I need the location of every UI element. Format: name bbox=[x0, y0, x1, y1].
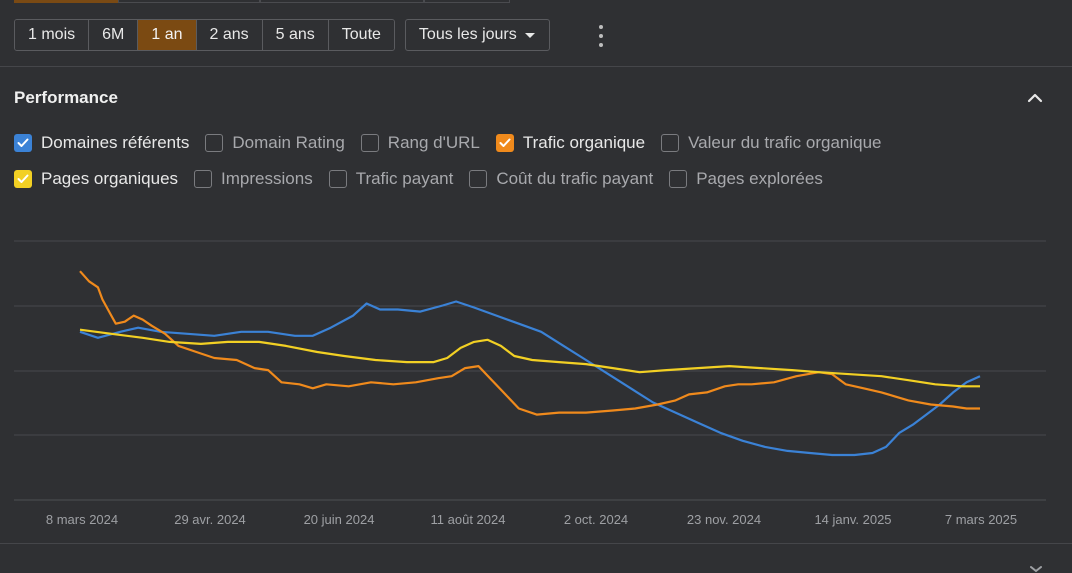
metric-toggle[interactable]: Trafic organique bbox=[495, 133, 646, 153]
checkbox-checked[interactable] bbox=[14, 134, 32, 152]
metric-toggle[interactable]: Domaines référents bbox=[14, 133, 189, 153]
x-tick-label: 14 janv. 2025 bbox=[814, 512, 891, 527]
metric-label: Valeur du trafic organique bbox=[688, 133, 882, 152]
range-option-button[interactable]: 5 ans bbox=[262, 20, 329, 50]
checkbox-checked[interactable] bbox=[495, 134, 514, 152]
checkbox-unchecked[interactable] bbox=[661, 134, 680, 152]
series-line-0[interactable] bbox=[79, 300, 981, 457]
checkbox-unchecked[interactable] bbox=[469, 170, 488, 188]
section-divider bbox=[0, 543, 1072, 544]
checkbox-unchecked[interactable] bbox=[328, 170, 347, 188]
chevron-up-icon[interactable] bbox=[1027, 92, 1043, 104]
caret-down-icon bbox=[524, 32, 535, 38]
x-tick-label: 11 août 2024 bbox=[431, 512, 506, 527]
metric-label: Domaines référents bbox=[41, 133, 190, 152]
metric-label: Trafic organique bbox=[522, 133, 646, 152]
x-tick-label: 8 mars 2024 bbox=[46, 512, 118, 527]
checkbox-unchecked[interactable] bbox=[205, 134, 224, 152]
frequency-select[interactable]: Tous les jours bbox=[404, 19, 550, 51]
x-tick-label: 20 juin 2024 bbox=[304, 512, 375, 527]
date-range-selector: 1 mois 6M 1 an 2 ans 5 ans Toute bbox=[14, 19, 395, 51]
top-tab[interactable] bbox=[260, 0, 424, 3]
metric-label: Trafic payant bbox=[355, 169, 454, 188]
checkbox-unchecked[interactable] bbox=[360, 134, 379, 152]
metric-toggle[interactable]: Trafic payant bbox=[328, 169, 454, 189]
metric-toggle[interactable]: Coût du trafic payant bbox=[469, 169, 653, 189]
x-tick-label: 23 nov. 2024 bbox=[687, 512, 761, 527]
metrics-legend-row-1: Domaines référents Domain Rating Rang d'UR… bbox=[14, 133, 898, 153]
top-tab-strip bbox=[0, 0, 1072, 4]
checkbox-checked[interactable] bbox=[14, 170, 32, 188]
metric-label: Domain Rating bbox=[232, 133, 345, 152]
metrics-legend-row-2: Pages organiques Impressions Trafic payant… bbox=[14, 169, 839, 189]
x-tick-label: 29 avr. 2024 bbox=[174, 512, 246, 527]
checkbox-unchecked[interactable] bbox=[194, 170, 213, 188]
metric-toggle[interactable]: Rang d'URL bbox=[360, 133, 480, 153]
x-tick-label: 7 mars 2025 bbox=[945, 512, 1017, 527]
metric-toggle[interactable]: Valeur du trafic organique bbox=[661, 133, 882, 153]
frequency-select-label: Tous les jours bbox=[418, 26, 517, 43]
range-option-button[interactable]: Toute bbox=[328, 20, 394, 50]
range-option-button[interactable]: 2 ans bbox=[196, 20, 263, 50]
checkbox-unchecked[interactable] bbox=[669, 170, 688, 188]
metric-label: Coût du trafic payant bbox=[496, 169, 654, 188]
more-options-icon[interactable] bbox=[595, 25, 607, 47]
metric-label: Impressions bbox=[221, 169, 313, 188]
metric-toggle[interactable]: Impressions bbox=[194, 169, 313, 189]
range-option-button[interactable]: 1 mois bbox=[15, 20, 90, 50]
metric-toggle[interactable]: Domain Rating bbox=[205, 133, 345, 153]
top-tab-active[interactable] bbox=[14, 0, 118, 3]
section-divider bbox=[0, 66, 1072, 67]
date-range-toolbar: 1 mois 6M 1 an 2 ans 5 ans Toute Tous les jou… bbox=[14, 19, 550, 51]
performance-chart: 8 mars 2024 29 avr. 2024 20 juin 2024 11 ao… bbox=[14, 240, 1046, 527]
top-tab[interactable] bbox=[424, 0, 510, 3]
range-option-button[interactable]: 6M bbox=[89, 20, 139, 50]
top-tab[interactable] bbox=[118, 0, 260, 3]
checkmark-icon bbox=[17, 138, 29, 147]
metric-toggle[interactable]: Pages organiques bbox=[14, 169, 178, 189]
metric-label: Pages organiques bbox=[41, 169, 179, 188]
metric-label: Pages explorées bbox=[696, 169, 823, 188]
metric-label: Rang d'URL bbox=[387, 133, 480, 152]
metric-toggle[interactable]: Pages explorées bbox=[669, 169, 823, 189]
x-tick-label: 2 oct. 2024 bbox=[564, 512, 628, 527]
checkmark-icon bbox=[17, 174, 29, 183]
range-option-button[interactable]: 1 an bbox=[138, 20, 197, 50]
checkmark-icon bbox=[499, 138, 511, 147]
section-title: Performance bbox=[14, 88, 118, 107]
